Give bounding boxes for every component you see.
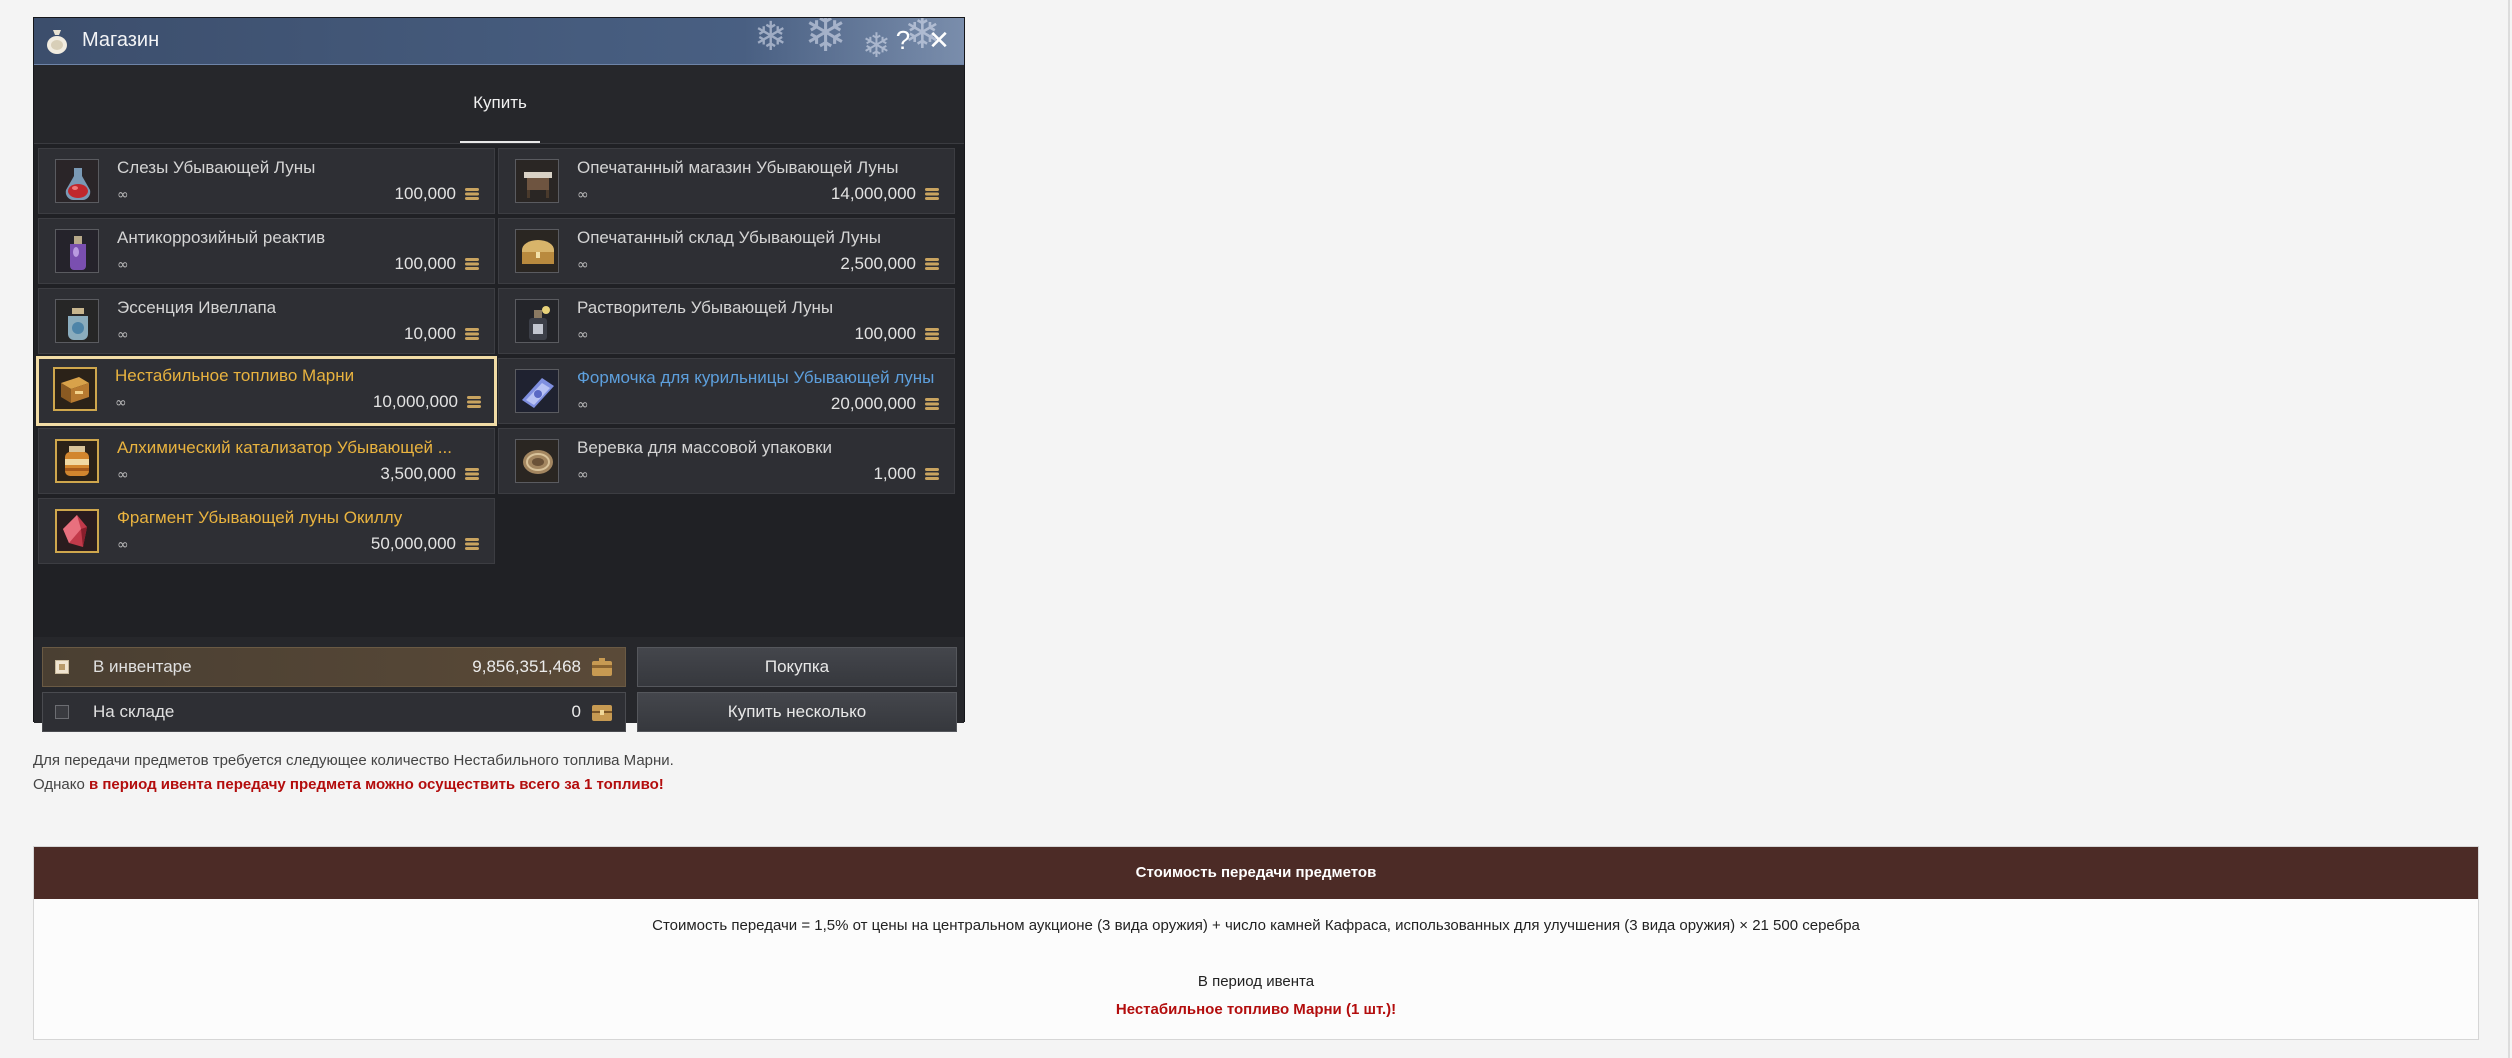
item-name: Фрагмент Убывающей луны Окиллу [117,508,403,527]
item-price: 50,000,000 [370,534,456,553]
potion-icon [55,159,99,203]
item-stock: ∞ [115,395,127,411]
transfer-note: Для передачи предметов требуется следующ… [33,752,674,769]
event-period-label: В период ивента [1197,973,1315,990]
item-grid: Слезы Убывающей Луны ∞ 100,000 Опечатанн… [34,144,964,637]
essence-jar-icon [55,299,99,343]
item-name: Эссенция Ивеллапа [117,298,277,317]
item-stock: ∞ [117,537,129,553]
window-title: Магазин [82,29,160,51]
item-name: Нестабильное топливо Марни [115,366,355,385]
silver-coin-icon [465,538,479,550]
shop-item[interactable]: Растворитель Убывающей Луны ∞ 100,000 [498,288,955,354]
reagent-bottle-icon [55,229,99,273]
money-bag-icon [47,30,67,54]
shop-item-selected[interactable]: Нестабильное топливо Марни ∞ 10,000,000 [36,356,497,426]
table-header: Стоимость передачи предметов [34,847,2478,899]
shop-titlebar[interactable]: ❄ ❄ ❄ ❄ Магазин ? ✕ [34,18,964,65]
item-name: Веревка для массовой упаковки [577,438,832,457]
item-stock: ∞ [577,397,589,413]
inventory-label: В инвентаре [93,657,192,676]
event-note-highlight: в период ивента передачу предмета можно … [88,776,664,793]
mold-icon [515,369,559,413]
item-stock: ∞ [117,187,129,203]
silver-coin-icon [465,468,479,480]
item-price: 100,000 [394,184,456,203]
item-stock: ∞ [577,327,589,343]
page-border [2508,0,2510,1058]
shop-item[interactable]: Эссенция Ивеллапа ∞ 10,000 [38,288,495,354]
shop-item[interactable]: Опечатанный склад Убывающей Луны ∞ 2,500… [498,218,955,284]
item-name: Формочка для курильницы Убывающей луны [577,368,935,387]
event-note: Однако в период ивента передачу предмета… [33,776,664,793]
item-price: 10,000,000 [372,392,458,411]
item-name: Опечатанный магазин Убывающей Луны [577,158,899,177]
close-icon[interactable]: ✕ [925,27,953,55]
item-stock: ∞ [117,467,129,483]
inventory-bag-icon [592,658,612,676]
item-stock: ∞ [577,187,589,203]
purchase-button[interactable]: Покупка [637,647,957,687]
inventory-silver-value: 9,856,351,468 [472,657,581,676]
silver-coin-icon [465,188,479,200]
tab-buy[interactable]: Купить [460,65,540,143]
shop-item[interactable]: Антикоррозийный реактив ∞ 100,000 [38,218,495,284]
item-stock: ∞ [117,257,129,273]
silver-coin-icon [467,396,481,408]
item-price: 1,000 [873,464,916,483]
shop-stall-icon [515,159,559,203]
event-note-prefix: Однако [33,776,89,793]
item-price: 2,500,000 [840,254,916,273]
solvent-bottle-icon [515,299,559,343]
buy-multiple-button[interactable]: Купить несколько [637,692,957,732]
shop-window: ❄ ❄ ❄ ❄ Магазин ? ✕ Купить Слезы Убывающ… [33,17,965,732]
storage-option[interactable]: На складе 0 [42,692,626,732]
event-period-value: Нестабильное топливо Марни (1 шт.)! [1115,1001,1397,1018]
silver-coin-icon [925,258,939,270]
item-price: 20,000,000 [830,394,916,413]
tab-bar: Купить [34,65,964,144]
item-price: 100,000 [394,254,456,273]
silver-coin-icon [465,328,479,340]
item-stock: ∞ [577,257,589,273]
shop-item[interactable]: Алхимический катализатор Убывающей ... ∞… [38,428,495,494]
shop-item[interactable]: Опечатанный магазин Убывающей Луны ∞ 14,… [498,148,955,214]
storage-checkbox[interactable] [55,705,69,719]
shop-item[interactable]: Веревка для массовой упаковки ∞ 1,000 [498,428,955,494]
item-price: 14,000,000 [830,184,916,203]
shop-item[interactable]: Слезы Убывающей Луны ∞ 100,000 [38,148,495,214]
shop-item[interactable]: Фрагмент Убывающей луны Окиллу ∞ 50,000,… [38,498,495,564]
storage-chest-icon [592,705,612,721]
item-name: Опечатанный склад Убывающей Луны [577,228,882,247]
cost-formula: Стоимость передачи = 1,5% от цены на цен… [652,917,1860,934]
item-stock: ∞ [577,467,589,483]
storage-silver-value: 0 [571,702,581,721]
item-name: Алхимический катализатор Убывающей ... [117,438,452,457]
shop-bottom-panel: В инвентаре 9,856,351,468 На складе 0 По… [34,637,964,732]
silver-coin-icon [925,468,939,480]
silver-coin-icon [925,328,939,340]
item-price: 10,000 [404,324,456,343]
catalyst-jar-icon [55,439,99,483]
silver-coin-icon [925,188,939,200]
silver-coin-icon [925,398,939,410]
item-price: 3,500,000 [380,464,456,483]
crystal-fragment-icon [55,509,99,553]
rope-icon [515,439,559,483]
chest-icon [515,229,559,273]
inventory-option[interactable]: В инвентаре 9,856,351,468 [42,647,626,687]
shop-item[interactable]: Формочка для курильницы Убывающей луны ∞… [498,358,955,424]
item-name: Антикоррозийный реактив [117,228,326,247]
item-name: Растворитель Убывающей Луны [577,298,834,317]
silver-coin-icon [465,258,479,270]
item-stock: ∞ [117,327,129,343]
help-icon[interactable]: ? [889,25,917,55]
fuel-box-icon [53,367,97,411]
item-price: 100,000 [854,324,916,343]
item-name: Слезы Убывающей Луны [117,158,316,177]
transfer-cost-table: Стоимость передачи предметов Стоимость п… [33,846,2479,1040]
inventory-checkbox[interactable] [55,660,69,674]
storage-label: На складе [93,702,175,721]
